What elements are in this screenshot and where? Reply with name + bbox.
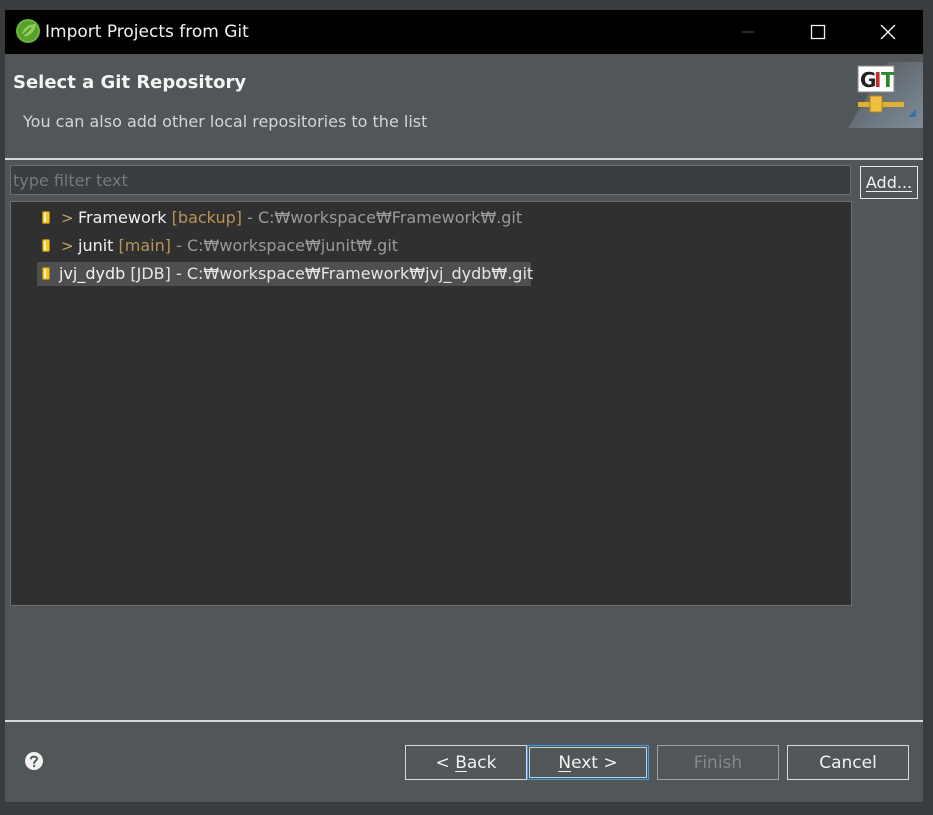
- repository-icon: [42, 211, 50, 224]
- repository-path: - C:₩workspace₩Framework₩jvj_dydb₩.git: [175, 264, 534, 283]
- repository-tree[interactable]: > Framework [backup] - C:₩workspace₩Fram…: [10, 201, 852, 606]
- repository-icon: [42, 267, 50, 280]
- window-title: Import Projects from Git: [45, 22, 249, 42]
- wizard-header: Select a Git Repository You can also add…: [5, 54, 923, 158]
- footer-separator: [5, 720, 923, 722]
- title-bar[interactable]: Import Projects from Git: [5, 10, 923, 54]
- back-prefix: <: [435, 753, 456, 773]
- next-button[interactable]: Next >: [527, 745, 649, 780]
- expand-arrow-icon[interactable]: >: [61, 206, 74, 230]
- repository-path: - C:₩workspace₩junit₩.git: [176, 236, 399, 255]
- back-mnemonic: B: [455, 753, 467, 773]
- page-description: You can also add other local repositorie…: [23, 112, 428, 131]
- close-icon[interactable]: [857, 10, 919, 54]
- add-button[interactable]: Add...: [860, 166, 918, 199]
- minimize-icon[interactable]: [717, 10, 779, 54]
- help-icon[interactable]: [24, 751, 44, 771]
- repository-name: jvj_dydb: [59, 264, 126, 283]
- repository-name: junit: [78, 236, 114, 255]
- repository-branch: [main]: [118, 236, 172, 255]
- repository-row-framework[interactable]: > Framework [backup] - C:₩workspace₩Fram…: [11, 206, 611, 230]
- repository-name: Framework: [78, 208, 167, 227]
- add-mnemonic: A: [865, 173, 877, 192]
- repository-icon: [42, 239, 50, 252]
- repository-branch: [backup]: [171, 208, 242, 227]
- expand-arrow-icon[interactable]: >: [61, 234, 74, 258]
- spring-leaf-icon: [16, 19, 40, 43]
- repository-path: - C:₩workspace₩Framework₩.git: [247, 208, 523, 227]
- repository-branch: [JDB]: [130, 264, 171, 283]
- repository-row-junit[interactable]: > junit [main] - C:₩workspace₩junit₩.git: [11, 234, 611, 258]
- page-title: Select a Git Repository: [13, 72, 247, 93]
- add-label-rest: dd...: [876, 173, 913, 192]
- git-banner-icon: G I T: [848, 62, 923, 128]
- import-dialog: Import Projects from Git Select a Git Re…: [5, 10, 923, 802]
- finish-button[interactable]: Finish: [657, 745, 779, 780]
- filter-input[interactable]: [10, 165, 851, 195]
- back-rest: ack: [466, 753, 497, 773]
- cancel-button[interactable]: Cancel: [787, 745, 909, 780]
- repository-row-jvj-dydb[interactable]: jvj_dydb [JDB] - C:₩workspace₩Framework₩…: [37, 262, 534, 286]
- maximize-icon[interactable]: [789, 10, 851, 54]
- next-mnemonic: N: [558, 753, 572, 773]
- svg-text:T: T: [881, 68, 895, 92]
- next-rest: ext >: [571, 753, 618, 773]
- header-separator: [5, 158, 923, 160]
- back-button[interactable]: < Back: [405, 745, 527, 780]
